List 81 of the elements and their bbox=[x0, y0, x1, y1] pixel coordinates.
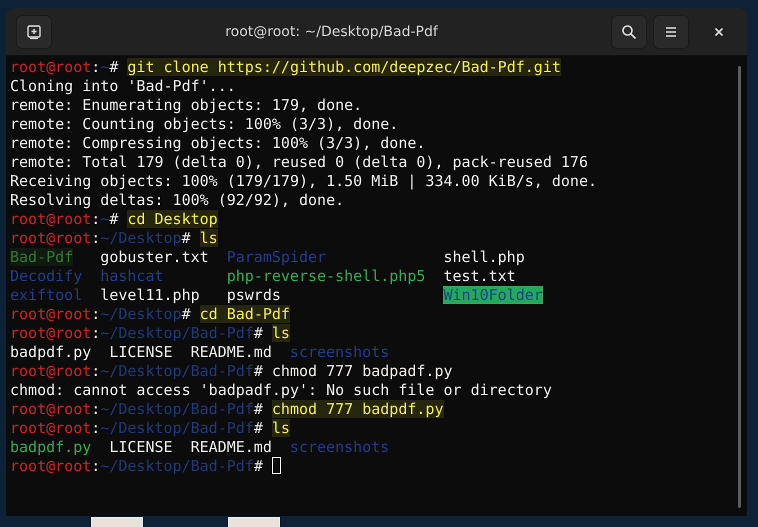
prompt-path: ~/Desktop/Bad-Pdf bbox=[100, 400, 254, 418]
close-icon bbox=[713, 26, 725, 38]
file-entry: level11.php bbox=[100, 286, 200, 304]
file-entry: README.md bbox=[190, 438, 272, 456]
prompt-sign: # bbox=[254, 419, 263, 437]
prompt-user: root@root bbox=[10, 362, 92, 380]
prompt-separator: : bbox=[91, 210, 100, 228]
prompt-user: root@root bbox=[10, 400, 92, 418]
prompt-user: root@root bbox=[10, 457, 92, 475]
file-entry: ParamSpider bbox=[226, 248, 326, 266]
file-entry: shell.php bbox=[443, 248, 525, 266]
command-text: cd Bad-Pdf bbox=[200, 305, 290, 323]
command-text: ls bbox=[272, 419, 290, 437]
prompt-sign: # bbox=[109, 58, 118, 76]
prompt-separator: : bbox=[91, 362, 100, 380]
prompt-path: ~/Desktop bbox=[100, 305, 182, 323]
file-entry: Win10Folder bbox=[443, 286, 543, 304]
prompt-user: root@root bbox=[10, 58, 92, 76]
command-text: git clone https://github.com/deepzec/Bad-Pdf.git bbox=[127, 58, 561, 76]
file-entry: LICENSE bbox=[109, 343, 173, 361]
file-entry: pswrds bbox=[226, 286, 281, 304]
file-entry: exiftool bbox=[10, 286, 82, 304]
command-text: ls bbox=[200, 229, 218, 247]
prompt-sign: # bbox=[254, 457, 263, 475]
file-entry: Bad-Pdf bbox=[10, 248, 74, 266]
prompt-path: ~ bbox=[100, 58, 110, 76]
prompt-sign: # bbox=[182, 305, 191, 323]
output-text: remote: Counting objects: 100% (3/3), done. bbox=[10, 115, 398, 133]
prompt-sign: # bbox=[109, 210, 118, 228]
output-text: Receiving objects: 100% (179/179), 1.50 MiB | 334.00 KiB/s, done. bbox=[10, 172, 597, 190]
file-entry: badpdf.py bbox=[10, 343, 92, 361]
prompt-user: root@root bbox=[10, 305, 92, 323]
prompt-user: root@root bbox=[10, 419, 92, 437]
prompt-user: root@root bbox=[10, 229, 92, 247]
prompt-sign: # bbox=[182, 229, 191, 247]
menu-icon bbox=[664, 24, 678, 38]
prompt-user: root@root bbox=[10, 324, 92, 342]
prompt-separator: : bbox=[91, 229, 100, 247]
file-entry: screenshots bbox=[290, 438, 390, 456]
new-tab-button[interactable] bbox=[16, 14, 52, 48]
search-icon bbox=[621, 24, 637, 40]
prompt-sign: # bbox=[254, 324, 263, 342]
prompt-separator: : bbox=[91, 400, 100, 418]
command-text: chmod 777 badpadf.py bbox=[272, 362, 453, 380]
search-button[interactable] bbox=[611, 14, 647, 48]
output-text: Resolving deltas: 100% (92/92), done. bbox=[10, 191, 344, 209]
new-tab-icon bbox=[26, 24, 42, 40]
file-entry: LICENSE bbox=[109, 438, 173, 456]
file-entry: badpdf.py bbox=[10, 438, 92, 456]
output-text: remote: Total 179 (delta 0), reused 0 (delta 0), pack-reused 176 bbox=[10, 153, 588, 171]
prompt-sign: # bbox=[254, 400, 263, 418]
prompt-separator: : bbox=[91, 419, 100, 437]
scrollbar[interactable] bbox=[738, 66, 741, 508]
prompt-path: ~/Desktop/Bad-Pdf bbox=[100, 324, 254, 342]
prompt-sign: # bbox=[254, 362, 263, 380]
output-text: chmod: cannot access 'badpadf.py': No such file or directory bbox=[10, 381, 552, 399]
prompt-separator: : bbox=[91, 58, 100, 76]
prompt-path: ~/Desktop/Bad-Pdf bbox=[100, 457, 254, 475]
file-entry: php-reverse-shell.php5 bbox=[226, 267, 426, 285]
prompt-path: ~/Desktop bbox=[100, 229, 182, 247]
prompt-user: root@root bbox=[10, 210, 92, 228]
menu-button[interactable] bbox=[653, 14, 689, 48]
file-entry: screenshots bbox=[290, 343, 390, 361]
output-text: remote: Enumerating objects: 179, done. bbox=[10, 96, 362, 114]
file-entry: hashcat bbox=[100, 267, 164, 285]
file-entry: README.md bbox=[190, 343, 272, 361]
file-entry: gobuster.txt bbox=[100, 248, 209, 266]
prompt-path: ~/Desktop/Bad-Pdf bbox=[100, 419, 254, 437]
output-text: remote: Compressing objects: 100% (3/3), done. bbox=[10, 134, 426, 152]
file-entry: test.txt bbox=[443, 267, 516, 285]
prompt-separator: : bbox=[91, 305, 100, 323]
output-text: Cloning into 'Bad-Pdf'... bbox=[10, 77, 236, 95]
command-text: chmod 777 badpdf.py bbox=[272, 400, 444, 418]
prompt-separator: : bbox=[91, 457, 100, 475]
command-text: cd Desktop bbox=[127, 210, 218, 228]
command-text: ls bbox=[272, 324, 290, 342]
file-entry: Decodify bbox=[10, 267, 82, 285]
prompt-path: ~/Desktop/Bad-Pdf bbox=[100, 362, 254, 380]
window-title: root@root: ~/Desktop/Bad-Pdf bbox=[224, 24, 439, 40]
prompt-path: ~ bbox=[100, 210, 110, 228]
prompt-separator: : bbox=[91, 324, 100, 342]
